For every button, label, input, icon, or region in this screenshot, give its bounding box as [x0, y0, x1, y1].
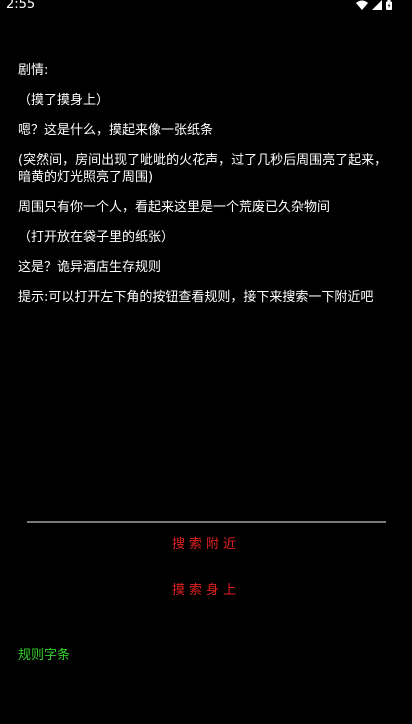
wifi-icon: [356, 0, 368, 10]
signal-icon: [372, 0, 382, 10]
story-line: 嗯？这是什么，摸起来像一张纸条: [18, 123, 214, 138]
status-bar: 2:55: [0, 0, 412, 12]
status-icons: [356, 0, 392, 10]
story-line: 剧情:: [18, 63, 49, 78]
search-body-button[interactable]: 摸索身上: [0, 579, 412, 598]
story-line: 周围只有你一个人，看起来这里是一个荒废已久杂物间: [18, 200, 331, 215]
story-line: 提示:可以打开左下角的按钮查看规则，接下来搜索一下附近吧: [18, 290, 374, 305]
story-text: 剧情: （摸了摸身上） 嗯？这是什么，摸起来像一张纸条 (突然间，房间出现了呲呲…: [18, 62, 388, 319]
status-time: 2:55: [6, 0, 36, 12]
divider: [27, 521, 386, 523]
story-line: （摸了摸身上）: [18, 93, 110, 108]
search-nearby-button[interactable]: 搜索附近: [0, 533, 412, 552]
story-line: （打开放在袋子里的纸张）: [18, 230, 175, 245]
rules-note-button[interactable]: 规则字条: [18, 644, 70, 663]
story-line: 这是？诡异酒店生存规则: [18, 260, 162, 275]
story-line: (突然间，房间出现了呲呲的火花声，过了几秒后周围亮了起来，暗黄的灯光照亮了周围): [18, 153, 388, 185]
battery-icon: [386, 0, 392, 10]
